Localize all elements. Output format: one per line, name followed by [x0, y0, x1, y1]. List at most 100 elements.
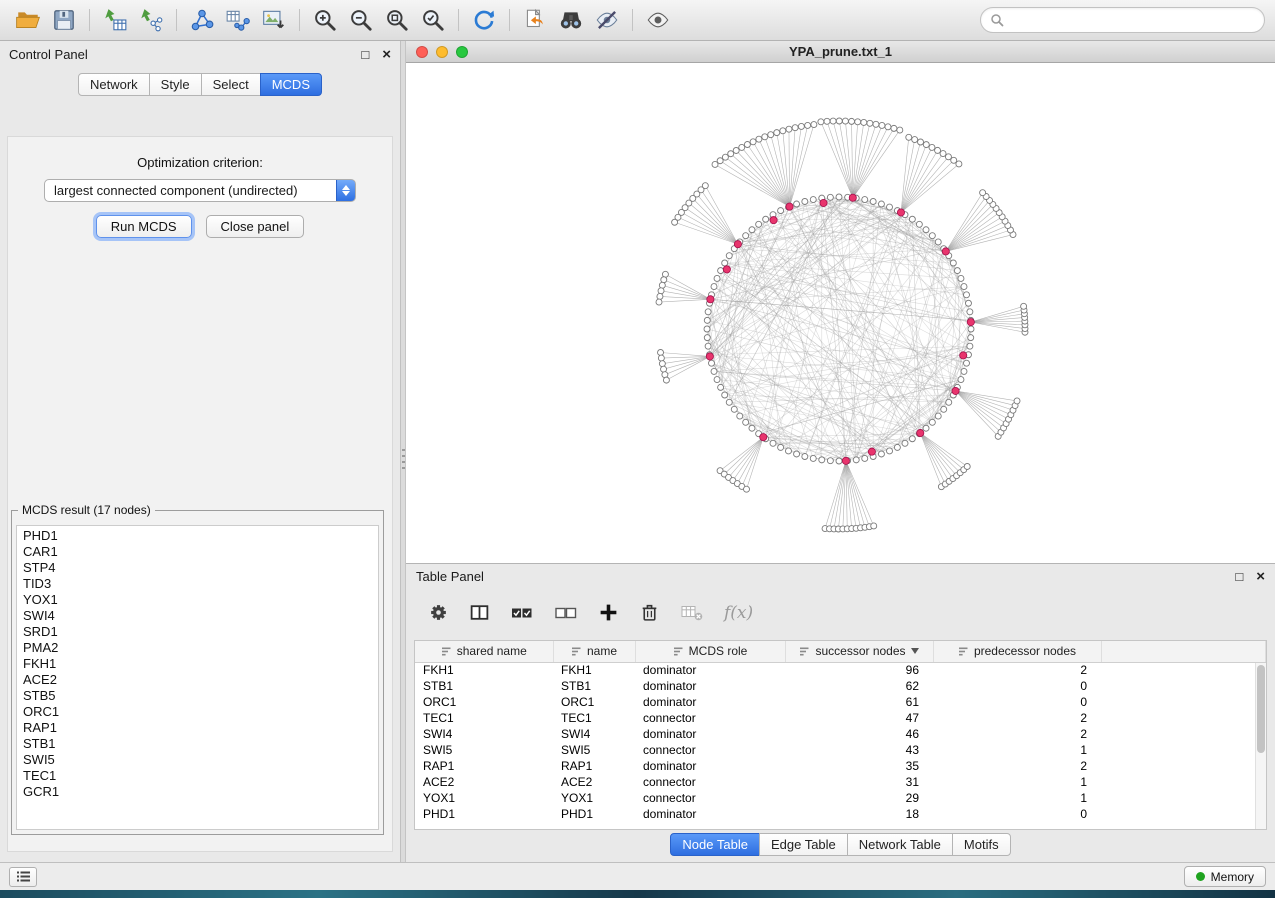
show-graphics-details-button[interactable] — [640, 4, 676, 36]
table-row[interactable]: ACE2ACE2connector311 — [415, 774, 1266, 790]
refresh-button[interactable] — [466, 4, 502, 36]
delete-row-icon[interactable] — [639, 602, 660, 623]
run-mcds-button[interactable]: Run MCDS — [96, 215, 192, 238]
float-panel-icon[interactable]: □ — [361, 48, 369, 61]
tab-network[interactable]: Network — [78, 73, 150, 96]
clear-selection-icon[interactable] — [554, 602, 578, 623]
tab-node-table[interactable]: Node Table — [670, 833, 760, 856]
table-row[interactable]: YOX1YOX1connector291 — [415, 790, 1266, 806]
tab-mcds[interactable]: MCDS — [260, 73, 322, 96]
mcds-result-item[interactable]: SRD1 — [17, 624, 378, 640]
close-panel-icon[interactable]: × — [382, 47, 391, 62]
export-image-button[interactable] — [256, 4, 292, 36]
network-canvas[interactable] — [406, 63, 1275, 563]
control-panel: Control Panel □ × Network Style Select M… — [0, 41, 401, 862]
mcds-result-item[interactable]: STP4 — [17, 560, 378, 576]
mcds-result-item[interactable]: ORC1 — [17, 704, 378, 720]
network-from-table-button[interactable] — [220, 4, 256, 36]
search-icon — [990, 13, 1004, 27]
table-row[interactable]: PHD1PHD1dominator180 — [415, 806, 1266, 822]
tab-motifs[interactable]: Motifs — [952, 833, 1011, 856]
desktop-wallpaper-strip — [0, 890, 1275, 898]
table-row[interactable]: STB1STB1dominator620 — [415, 678, 1266, 694]
splitter-handle-icon — [402, 449, 405, 473]
search-network-button[interactable] — [553, 4, 589, 36]
memory-button[interactable]: Memory — [1184, 866, 1266, 887]
column-sort-icon — [673, 646, 684, 657]
column-filter-chevron-icon — [911, 648, 919, 654]
mcds-result-list[interactable]: PHD1CAR1STP4TID3YOX1SWI4SRD1PMA2FKH1ACE2… — [16, 525, 379, 830]
table-row[interactable]: FKH1FKH1dominator962 — [415, 662, 1266, 678]
tab-select[interactable]: Select — [201, 73, 261, 96]
share-document-button[interactable] — [517, 4, 553, 36]
hide-graphics-details-button[interactable] — [589, 4, 625, 36]
delete-table-icon[interactable] — [680, 602, 704, 623]
import-table-button[interactable] — [97, 4, 133, 36]
close-panel-button[interactable]: Close panel — [206, 215, 305, 238]
table-row[interactable]: RAP1RAP1dominator352 — [415, 758, 1266, 774]
open-file-button[interactable] — [10, 4, 46, 36]
zoom-out-button[interactable] — [343, 4, 379, 36]
save-session-button[interactable] — [46, 4, 82, 36]
table-scrollbar[interactable] — [1255, 663, 1266, 829]
zoom-in-button[interactable] — [307, 4, 343, 36]
save-session-icon — [51, 7, 77, 33]
mcds-result-item[interactable]: TID3 — [17, 576, 378, 592]
close-table-panel-icon[interactable]: × — [1256, 569, 1265, 584]
mcds-result-item[interactable]: STB1 — [17, 736, 378, 752]
window-close-light[interactable] — [416, 46, 428, 58]
criterion-dropdown-value: largest connected component (undirected) — [54, 183, 298, 198]
mcds-result-item[interactable]: TEC1 — [17, 768, 378, 784]
tab-network-table[interactable]: Network Table — [847, 833, 953, 856]
mcds-result-item[interactable]: ACE2 — [17, 672, 378, 688]
status-menu-button[interactable] — [9, 867, 37, 887]
memory-button-label: Memory — [1211, 870, 1254, 884]
apply-function-button[interactable]: f(x) — [724, 603, 753, 623]
open-file-icon — [15, 7, 41, 33]
column-header-filler — [1101, 641, 1266, 662]
column-header-name[interactable]: name — [553, 641, 635, 662]
network-window-titlebar[interactable]: YPA_prune.txt_1 — [406, 41, 1275, 63]
tab-edge-table[interactable]: Edge Table — [759, 833, 848, 856]
float-table-panel-icon[interactable]: □ — [1235, 570, 1243, 583]
column-header-successor-nodes[interactable]: successor nodes — [785, 641, 933, 662]
window-minimize-light[interactable] — [436, 46, 448, 58]
mcds-result-item[interactable]: YOX1 — [17, 592, 378, 608]
search-input[interactable] — [1010, 13, 1255, 28]
table-scrollbar-thumb[interactable] — [1257, 665, 1265, 753]
tab-style[interactable]: Style — [149, 73, 202, 96]
table-row[interactable]: SWI5SWI5connector431 — [415, 742, 1266, 758]
table-row[interactable]: TEC1TEC1connector472 — [415, 710, 1266, 726]
mcds-result-item[interactable]: PMA2 — [17, 640, 378, 656]
show-columns-icon[interactable] — [469, 602, 490, 623]
search-network-icon — [558, 7, 584, 33]
mcds-result-title: MCDS result (17 nodes) — [18, 503, 155, 517]
mcds-result-item[interactable]: PHD1 — [17, 528, 378, 544]
network-graph[interactable] — [406, 63, 1275, 563]
table-row[interactable]: ORC1ORC1dominator610 — [415, 694, 1266, 710]
add-row-icon[interactable] — [598, 602, 619, 623]
select-all-icon[interactable] — [510, 602, 534, 623]
column-sort-icon — [441, 646, 452, 657]
table-row[interactable]: SWI4SWI4dominator462 — [415, 726, 1266, 742]
search-field[interactable] — [980, 7, 1265, 33]
column-header-mcds-role[interactable]: MCDS role — [635, 641, 785, 662]
mcds-result-item[interactable]: STB5 — [17, 688, 378, 704]
zoom-selected-button[interactable] — [415, 4, 451, 36]
import-network-button[interactable] — [133, 4, 169, 36]
column-header-predecessor-nodes[interactable]: predecessor nodes — [933, 641, 1101, 662]
criterion-dropdown[interactable]: largest connected component (undirected) — [44, 179, 356, 202]
column-header-shared-name[interactable]: shared name — [415, 641, 553, 662]
import-table-icon — [102, 7, 128, 33]
zoom-in-icon — [312, 7, 338, 33]
window-zoom-light[interactable] — [456, 46, 468, 58]
mcds-result-item[interactable]: RAP1 — [17, 720, 378, 736]
mcds-result-item[interactable]: CAR1 — [17, 544, 378, 560]
zoom-fit-button[interactable] — [379, 4, 415, 36]
mcds-result-item[interactable]: GCR1 — [17, 784, 378, 800]
new-network-button[interactable] — [184, 4, 220, 36]
mcds-result-item[interactable]: SWI5 — [17, 752, 378, 768]
settings-gear-icon[interactable] — [428, 602, 449, 623]
mcds-result-item[interactable]: SWI4 — [17, 608, 378, 624]
mcds-result-item[interactable]: FKH1 — [17, 656, 378, 672]
